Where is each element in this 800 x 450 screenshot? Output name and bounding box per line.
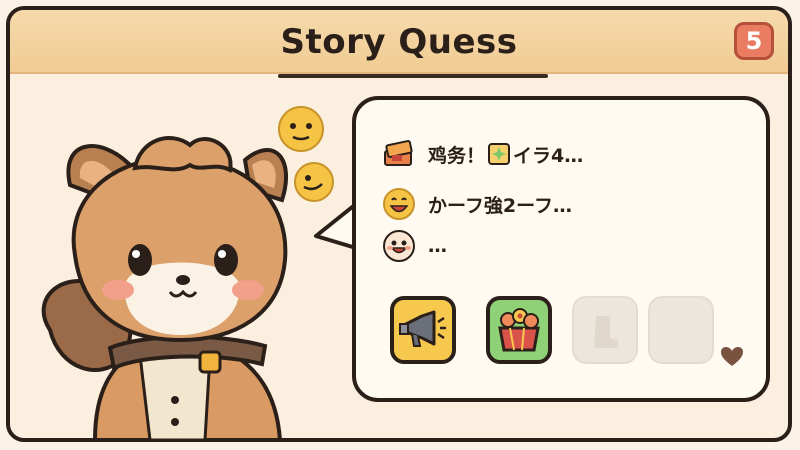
heart-icon[interactable] [720,346,744,368]
smirking-face-icon [294,162,334,202]
list-item[interactable]: かーフ強2ーフ… [382,186,572,222]
boot-silhouette-icon [594,316,618,348]
title-underline [278,74,548,78]
message-text: … [428,235,447,257]
sparkle-card-icon [488,143,511,165]
megaphone-icon [399,310,446,347]
ticket-stack-icon [384,140,413,166]
megaphone-slot[interactable] [390,296,456,364]
smiling-face-icon [383,230,415,262]
list-item[interactable]: … [382,228,447,264]
list-item[interactable]: 鸡务！ イラ4… [382,136,583,172]
message-text: 鸡务！ イラ4… [428,141,583,168]
message-text: かーフ強2ーフ… [428,194,572,217]
speech-bubble: 鸡务！ イラ4… かーフ強2ーフ… … [352,96,770,402]
fox-mascot-character [41,136,288,440]
flower-gift-box-icon [498,308,540,352]
empty-slot[interactable] [648,296,714,364]
grinning-face-icon [383,188,415,220]
empty-slot[interactable] [572,296,638,364]
gift-box-slot[interactable] [486,296,552,364]
neutral-face-icon [278,106,324,152]
level-badge[interactable]: 5 [734,22,774,60]
page-title: Story Quess [280,22,518,62]
